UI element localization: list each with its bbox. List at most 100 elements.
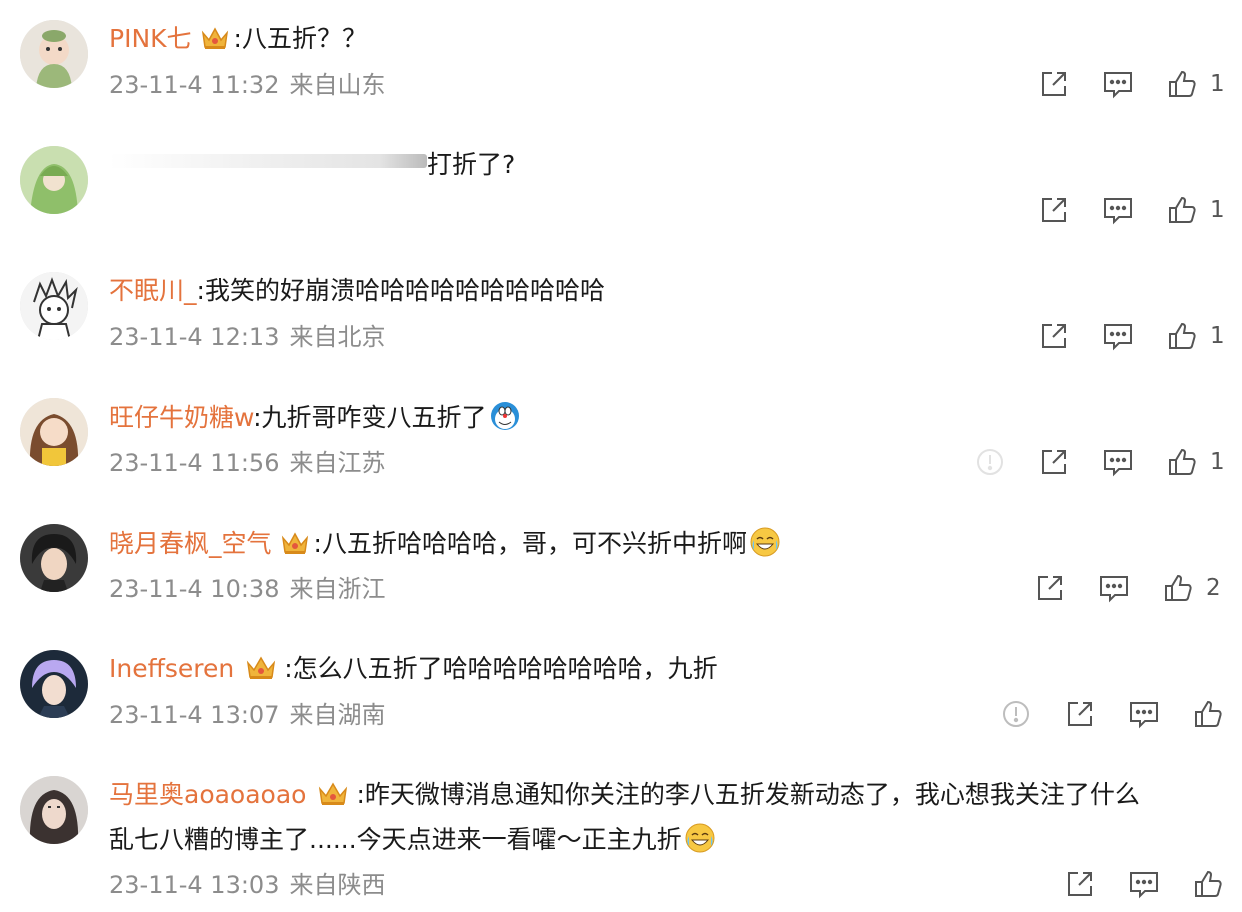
report-button[interactable] (1000, 698, 1032, 730)
avatar[interactable] (20, 146, 88, 214)
thumbs-up-icon (1166, 320, 1198, 352)
avatar[interactable] (20, 650, 88, 718)
share-button[interactable] (1038, 194, 1070, 226)
like-button[interactable]: 1 (1166, 68, 1225, 100)
share-icon (1038, 320, 1070, 352)
comment-icon (1128, 698, 1160, 730)
laugh-cry-emoji-icon (684, 822, 716, 854)
laugh-cry-emoji-icon (749, 526, 781, 558)
thumbs-up-icon (1166, 446, 1198, 478)
like-count: 2 (1206, 575, 1221, 601)
vip-crown-icon (242, 654, 280, 682)
share-icon (1064, 868, 1096, 900)
location: 来自北京 (289, 323, 386, 351)
like-button[interactable] (1192, 698, 1224, 730)
username-link[interactable]: 不眠川_ (109, 276, 197, 305)
comment-line: 不眠川_:我笑的好崩溃哈哈哈哈哈哈哈哈哈哈 (109, 274, 605, 308)
comment-text: 怎么八五折了哈哈哈哈哈哈哈哈，九折 (292, 654, 718, 683)
avatar[interactable] (20, 398, 88, 466)
share-button[interactable] (1038, 320, 1070, 352)
vip-crown-icon (314, 780, 352, 808)
share-icon (1064, 698, 1096, 730)
like-count: 1 (1210, 449, 1225, 475)
comment-button[interactable] (1128, 868, 1160, 900)
report-icon (1000, 698, 1032, 730)
comment-line: 晓月春枫_空气:八五折哈哈哈哈，哥，可不兴折中折啊 (109, 526, 781, 561)
comment-meta: 23-11-4 12:13 来自北京 (109, 322, 385, 352)
thumbs-up-icon (1192, 868, 1224, 900)
comment-button[interactable] (1102, 68, 1134, 100)
comment-meta: 23-11-4 13:07 来自湖南 (109, 700, 385, 730)
comment-line: PINK七:八五折？？ (109, 22, 367, 56)
like-count: 1 (1210, 197, 1225, 223)
thumbs-up-icon (1166, 194, 1198, 226)
separator: : (284, 654, 293, 683)
report-button[interactable] (974, 446, 1006, 478)
share-button[interactable] (1038, 68, 1070, 100)
separator: : (233, 24, 242, 53)
like-count: 1 (1210, 323, 1225, 349)
vip-crown-icon (280, 529, 310, 557)
comment-button[interactable] (1102, 194, 1134, 226)
timestamp: 23-11-4 12:13 (109, 323, 280, 351)
comment-text: 昨天微博消息通知你关注的李八五折发新动态了，我心想我关注了什么 (364, 780, 1140, 809)
share-button[interactable] (1038, 446, 1070, 478)
comment-text: 我笑的好崩溃哈哈哈哈哈哈哈哈哈哈 (204, 276, 605, 305)
like-button[interactable]: 1 (1166, 446, 1225, 478)
comment-line: 打折了? (109, 148, 515, 182)
share-icon (1038, 446, 1070, 478)
username-link[interactable]: PINK七 (109, 24, 192, 53)
comment-text: 八五折哈哈哈哈，哥，可不兴折中折啊 (321, 529, 747, 558)
avatar[interactable] (20, 524, 88, 592)
like-button[interactable]: 1 (1166, 194, 1225, 226)
comment-line: 马里奥aoaoaoao:昨天微博消息通知你关注的李八五折发新动态了，我心想我关注… (109, 778, 1140, 812)
location: 来自浙江 (289, 575, 386, 603)
like-button[interactable]: 2 (1162, 572, 1221, 604)
location: 来自山东 (289, 71, 386, 99)
comment-line: Ineffseren:怎么八五折了哈哈哈哈哈哈哈哈，九折 (109, 652, 718, 686)
separator: : (313, 529, 322, 558)
avatar[interactable] (20, 776, 88, 844)
comment-button[interactable] (1102, 320, 1134, 352)
comment-button[interactable] (1102, 446, 1134, 478)
comment-text: 乱七八糟的博主了......今天点进来一看嚯～正主九折 (109, 825, 682, 854)
username-obscured (109, 154, 427, 168)
share-icon (1034, 572, 1066, 604)
separator: : (253, 403, 262, 432)
share-button[interactable] (1064, 698, 1096, 730)
doraemon-emoji-icon (489, 400, 521, 432)
comment-icon (1102, 194, 1134, 226)
timestamp: 23-11-4 10:38 (109, 575, 280, 603)
location: 来自湖南 (289, 701, 386, 729)
share-button[interactable] (1064, 868, 1096, 900)
timestamp: 23-11-4 13:07 (109, 701, 280, 729)
comment-text: 九折哥咋变八五折了 (261, 403, 487, 432)
username-link[interactable]: Ineffseren (109, 654, 234, 683)
location: 来自江苏 (289, 449, 386, 477)
separator: : (196, 276, 205, 305)
comment-button[interactable] (1128, 698, 1160, 730)
like-button[interactable]: 1 (1166, 320, 1225, 352)
username-link[interactable]: 晓月春枫_空气 (109, 529, 272, 558)
thumbs-up-icon (1166, 68, 1198, 100)
timestamp: 23-11-4 11:56 (109, 449, 280, 477)
avatar[interactable] (20, 20, 88, 88)
comment-meta: 23-11-4 10:38 来自浙江 (109, 574, 385, 604)
username-link[interactable]: 马里奥aoaoaoao (109, 780, 306, 809)
share-button[interactable] (1034, 572, 1066, 604)
username-link[interactable]: 旺仔牛奶糖w (109, 403, 253, 432)
comment-text: 打折了? (427, 150, 516, 179)
thumbs-up-icon (1162, 572, 1194, 604)
avatar[interactable] (20, 272, 88, 340)
like-button[interactable] (1192, 868, 1224, 900)
comment-line-continued: 乱七八糟的博主了......今天点进来一看嚯～正主九折 (109, 822, 716, 857)
thumbs-up-icon (1192, 698, 1224, 730)
comment-meta: 23-11-4 11:32 来自山东 (109, 70, 385, 100)
comment-icon (1128, 868, 1160, 900)
comment-button[interactable] (1098, 572, 1130, 604)
comment-icon (1102, 68, 1134, 100)
report-icon (974, 446, 1006, 478)
comment-meta: 23-11-4 13:03 来自陕西 (109, 870, 385, 900)
timestamp: 23-11-4 11:32 (109, 71, 280, 99)
like-count: 1 (1210, 71, 1225, 97)
